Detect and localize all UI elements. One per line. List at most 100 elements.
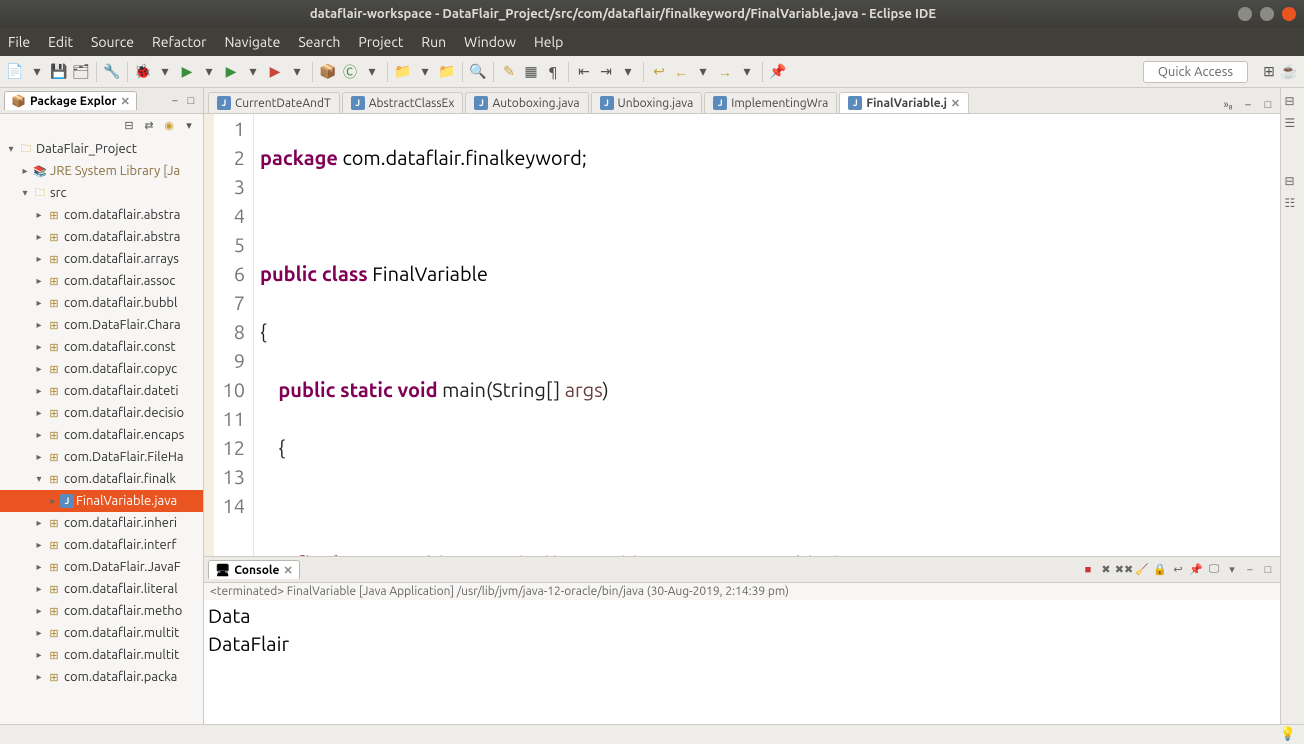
link-editor-icon[interactable]: ⇄ [141,117,157,133]
jre-node[interactable]: ▸📚JRE System Library [Ja [0,160,203,182]
menu-refactor[interactable]: Refactor [152,34,206,50]
package-explorer-tab[interactable]: 📦 Package Explor ✕ [4,91,137,110]
project-node[interactable]: ▾🗀DataFlair_Project [0,138,203,160]
debug-icon[interactable]: 🐞 [134,63,152,81]
menu-window[interactable]: Window [464,34,516,50]
maximize-view-icon[interactable]: □ [183,93,199,109]
console-output[interactable]: Data DataFlair [204,600,1280,724]
next-annotation-icon[interactable]: ⇥ [597,63,615,81]
package-node[interactable]: ▸⊞com.dataflair.metho [0,600,203,622]
dropdown-icon[interactable]: ▾ [200,63,218,81]
terminate-icon[interactable]: ■ [1080,562,1096,578]
remove-all-icon[interactable]: ✖✖ [1116,562,1132,578]
package-node[interactable]: ▸⊞com.dataflair.packa [0,666,203,688]
code-body[interactable]: package com.dataflair.finalkeyword; publ… [254,114,1280,556]
quick-access-input[interactable]: Quick Access [1143,61,1248,83]
tab-abstractclassex[interactable]: JAbstractClassEx [342,92,464,113]
save-all-icon[interactable]: 🗂 [72,63,90,81]
show-whitespace-icon[interactable]: ¶ [544,63,562,81]
tab-overflow-icon[interactable]: »₈ [1220,97,1236,113]
dropdown-icon[interactable]: ▾ [288,63,306,81]
new-task-icon[interactable]: 📁 [438,63,456,81]
dropdown-icon[interactable]: ▾ [738,63,756,81]
package-node[interactable]: ▸⊞com.dataflair.abstra [0,226,203,248]
last-edit-icon[interactable]: ↩ [650,63,668,81]
close-tab-icon[interactable]: ✕ [951,97,960,110]
package-node[interactable]: ▸⊞com.dataflair.assoc [0,270,203,292]
focus-task-icon[interactable]: ◉ [161,117,177,133]
src-node[interactable]: ▾🗀src [0,182,203,204]
package-node-open[interactable]: ▾⊞com.dataflair.finalk [0,468,203,490]
tip-icon[interactable]: 💡 [1280,727,1296,742]
java-perspective-icon[interactable]: ☕ [1280,63,1298,81]
open-console-icon[interactable]: ▾ [1224,562,1240,578]
tab-implementingwra[interactable]: JImplementingWra [704,92,837,113]
open-type-icon[interactable]: 🔧 [103,63,121,81]
close-tab-icon[interactable]: ✕ [283,564,292,577]
menu-navigate[interactable]: Navigate [224,34,280,50]
tab-autoboxing[interactable]: JAutoboxing.java [465,92,588,113]
ext-tools-icon[interactable]: ▶ [266,63,284,81]
code-editor[interactable]: 1234567891011121314 package com.dataflai… [204,114,1280,556]
menu-search[interactable]: Search [298,34,340,50]
scroll-lock-icon[interactable]: 🔒 [1152,562,1168,578]
package-node[interactable]: ▸⊞com.dataflair.interf [0,534,203,556]
save-icon[interactable]: 💾 [50,63,68,81]
remove-launch-icon[interactable]: ✖ [1098,562,1114,578]
package-node[interactable]: ▸⊞com.dataflair.encaps [0,424,203,446]
package-node[interactable]: ▸⊞com.dataflair.arrays [0,248,203,270]
run-icon[interactable]: ▶ [178,63,196,81]
prev-annotation-icon[interactable]: ⇤ [575,63,593,81]
console-tab[interactable]: 🖥 Console ✕ [208,560,300,579]
file-node-selected[interactable]: ▸JFinalVariable.java [0,490,203,512]
menu-source[interactable]: Source [91,34,134,50]
search-icon[interactable]: 🔍 [469,63,487,81]
toggle-mark-icon[interactable]: ✎ [500,63,518,81]
maximize-icon[interactable] [1260,7,1274,21]
dropdown-icon[interactable]: ▾ [28,63,46,81]
package-node[interactable]: ▸⊞com.DataFlair.Chara [0,314,203,336]
package-node[interactable]: ▸⊞com.dataflair.const [0,336,203,358]
word-wrap-icon[interactable]: ↩ [1170,562,1186,578]
clear-console-icon[interactable]: 🧹 [1134,562,1150,578]
back-icon[interactable]: ← [672,63,690,81]
package-node[interactable]: ▸⊞com.dataflair.bubbl [0,292,203,314]
minimize-editor-icon[interactable]: – [1240,97,1256,113]
package-node[interactable]: ▸⊞com.dataflair.literal [0,578,203,600]
dropdown-icon[interactable]: ▾ [416,63,434,81]
menu-edit[interactable]: Edit [48,34,73,50]
maximize-view-icon[interactable]: □ [1260,562,1276,578]
open-perspective-icon[interactable]: ⊞ [1260,63,1278,81]
pin-icon[interactable]: 📌 [769,63,787,81]
menu-project[interactable]: Project [358,34,403,50]
package-node[interactable]: ▸⊞com.dataflair.multit [0,644,203,666]
restore-icon[interactable]: ⊟ [1285,94,1301,110]
menu-file[interactable]: File [8,34,30,50]
new-class-icon[interactable]: Ⓒ [341,63,359,81]
open-task-icon[interactable]: 📁 [394,63,412,81]
restore-icon[interactable]: ⊟ [1285,174,1301,190]
toggle-block-icon[interactable]: ▦ [522,63,540,81]
menu-help[interactable]: Help [534,34,563,50]
package-node[interactable]: ▸⊞com.dataflair.multit [0,622,203,644]
task-list-icon[interactable]: ☰ [1285,116,1301,132]
new-package-icon[interactable]: 📦 [319,63,337,81]
dropdown-icon[interactable]: ▾ [156,63,174,81]
minimize-icon[interactable] [1238,7,1252,21]
tab-unboxing[interactable]: JUnboxing.java [591,92,703,113]
package-node[interactable]: ▸⊞com.DataFlair.FileHa [0,446,203,468]
dropdown-icon[interactable]: ▾ [363,63,381,81]
pin-console-icon[interactable]: 📌 [1188,562,1204,578]
package-node[interactable]: ▸⊞com.dataflair.decisio [0,402,203,424]
tab-currentdateandt[interactable]: JCurrentDateAndT [208,92,340,113]
outline-icon[interactable]: ☷ [1285,196,1301,212]
menu-run[interactable]: Run [421,34,446,50]
package-node[interactable]: ▸⊞com.dataflair.inheri [0,512,203,534]
forward-icon[interactable]: → [716,63,734,81]
dropdown-icon[interactable]: ▾ [694,63,712,81]
new-icon[interactable]: 📄 [6,63,24,81]
package-node[interactable]: ▸⊞com.dataflair.copyc [0,358,203,380]
minimize-view-icon[interactable]: – [167,93,183,109]
close-icon[interactable] [1282,7,1296,21]
package-node[interactable]: ▸⊞com.DataFlair.JavaF [0,556,203,578]
